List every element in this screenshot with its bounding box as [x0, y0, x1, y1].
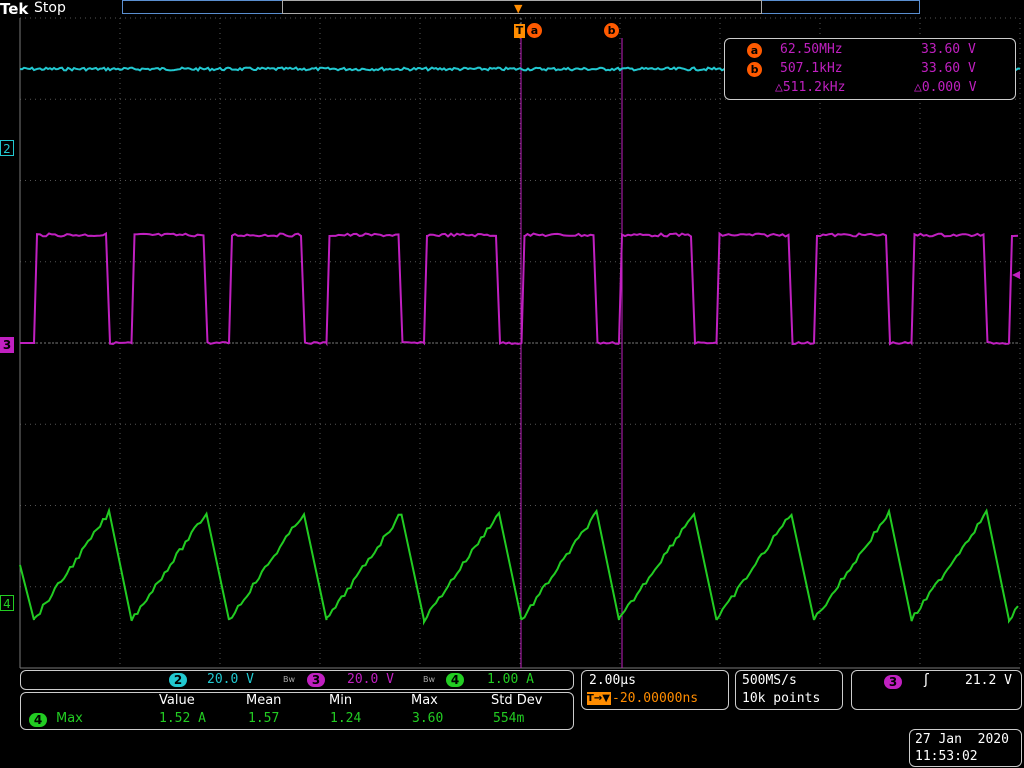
cursor-delta-freq: △511.2kHz — [775, 80, 846, 95]
trigger-marker[interactable]: T — [514, 24, 525, 38]
meas-name: Max — [56, 711, 83, 726]
ch4-scale[interactable]: 1.00 A — [487, 672, 534, 687]
cursor-b-freq: 507.1kHz — [780, 61, 843, 76]
acquisition-panel[interactable]: 500MS/s 10k points — [735, 670, 843, 710]
ch3-bw-indicator: Bw — [283, 675, 296, 684]
acquisition-status: Stop — [34, 0, 66, 16]
meas-header-stddev: Std Dev — [491, 693, 543, 708]
meas-min: 1.24 — [330, 711, 362, 726]
trigger-delay[interactable]: -20.00000ns — [612, 691, 698, 706]
cursor-b-volt: 33.60 V — [921, 61, 976, 76]
trigger-slope-icon[interactable]: ʃ — [924, 672, 929, 688]
waveform-display — [19, 17, 1021, 669]
cursor-a-label[interactable]: a — [527, 23, 542, 38]
readout-b-icon: b — [747, 62, 762, 77]
ch4-ground-marker[interactable]: 4 — [0, 595, 14, 611]
cursor-a-volt: 33.60 V — [921, 42, 976, 57]
datetime-panel: 27 Jan 2020 11:53:02 — [909, 729, 1022, 767]
meas-header-min: Min — [329, 693, 353, 708]
timebase-panel[interactable]: 2.00µs T→▼ -20.00000ns — [581, 670, 729, 710]
meas-channel-badge: 4 — [29, 713, 47, 727]
cursor-readout: a 62.50MHz 33.60 V b 507.1kHz 33.60 V △5… — [724, 38, 1016, 100]
meas-value: 1.52 A — [159, 711, 206, 726]
sample-rate: 500MS/s — [742, 673, 797, 688]
meas-header-mean: Mean — [246, 693, 282, 708]
measurement-panel[interactable]: Value Mean Min Max Std Dev 4 Max 1.52 A … — [20, 692, 574, 730]
trigger-level-marker[interactable] — [1012, 271, 1020, 279]
meas-header-value: Value — [159, 693, 195, 708]
readout-a-icon: a — [747, 43, 762, 58]
trigger-panel[interactable]: 3 ʃ 21.2 V — [851, 670, 1022, 710]
meas-max: 3.60 — [412, 711, 444, 726]
date: 27 Jan 2020 — [915, 732, 1009, 747]
vertical-settings-bar[interactable]: 2 20.0 V Bw 3 20.0 V Bw 4 1.00 A — [20, 670, 574, 690]
ch4-badge[interactable]: 4 — [446, 673, 464, 687]
ch2-badge[interactable]: 2 — [169, 673, 187, 687]
timebase-scale[interactable]: 2.00µs — [589, 673, 636, 688]
meas-stddev: 554m — [493, 711, 525, 726]
trigger-position-icon[interactable]: ▼ — [514, 3, 522, 14]
brand-logo: Tek — [0, 0, 29, 18]
meas-mean: 1.57 — [248, 711, 280, 726]
trigger-level[interactable]: 21.2 V — [965, 673, 1012, 688]
meas-header-max: Max — [411, 693, 438, 708]
cursor-b-label[interactable]: b — [604, 23, 619, 38]
cursor-delta-volt: △0.000 V — [914, 80, 977, 95]
time: 11:53:02 — [915, 749, 978, 764]
trigger-delay-icon: T→▼ — [587, 692, 611, 705]
ch3-ground-marker[interactable]: 3 — [0, 337, 14, 353]
ch3-badge[interactable]: 3 — [307, 673, 325, 687]
ch2-scale[interactable]: 20.0 V — [207, 672, 254, 687]
ch2-ground-marker[interactable]: 2 — [0, 140, 14, 156]
ch3-scale[interactable]: 20.0 V — [347, 672, 394, 687]
trigger-source-badge[interactable]: 3 — [884, 675, 902, 689]
record-length: 10k points — [742, 691, 821, 706]
ch4-bw-indicator: Bw — [423, 675, 436, 684]
ch3-waveform — [20, 231, 1019, 347]
ch4-waveform — [19, 506, 1019, 626]
cursor-a-freq: 62.50MHz — [780, 42, 843, 57]
